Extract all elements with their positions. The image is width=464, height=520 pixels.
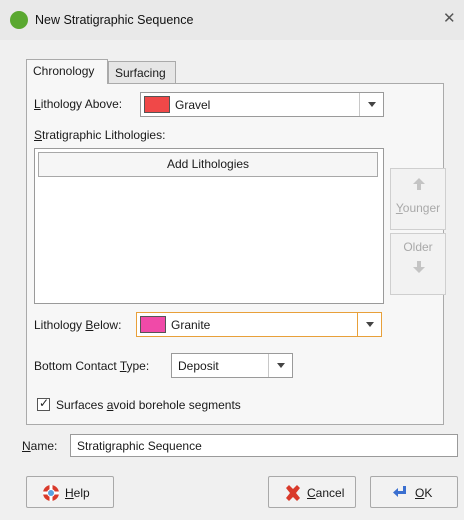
chevron-down-icon [368,102,376,107]
cancel-button[interactable]: Cancel [268,476,356,508]
dropdown-arrow[interactable] [359,93,383,116]
tab-chronology-label: Chronology [33,64,95,78]
window-title: New Stratigraphic Sequence [35,13,194,27]
add-lithologies-button[interactable]: Add Lithologies [38,152,378,177]
arrow-up-icon [413,178,425,190]
app-logo-icon [10,11,28,29]
help-button[interactable]: Help [26,476,114,508]
name-input[interactable]: Stratigraphic Sequence [70,434,458,457]
close-icon[interactable]: ✕ [443,11,456,26]
tab-surfacing-label: Surfacing [115,66,166,80]
lithology-below-value: Granite [171,318,211,332]
new-stratigraphic-sequence-dialog: New Stratigraphic Sequence ✕ Chronology … [0,0,464,520]
tab-surfacing[interactable]: Surfacing [108,61,176,84]
name-input-value: Stratigraphic Sequence [77,439,202,453]
lithology-above-dropdown[interactable]: Gravel [140,92,384,117]
lithology-below-dropdown[interactable]: Granite [136,312,382,337]
bottom-contact-type-label: Bottom Contact Type: [34,359,150,373]
younger-label: Younger [395,201,441,215]
gravel-color-swatch [144,96,170,113]
enter-arrow-icon [393,486,406,497]
surfaces-avoid-borehole-segments-label[interactable]: Surfaces avoid borehole segments [56,398,241,412]
younger-button[interactable]: Younger [390,168,446,230]
cancel-label: Cancel [307,486,345,500]
title-bar: New Stratigraphic Sequence ✕ [0,0,464,40]
granite-color-swatch [140,316,166,333]
name-label: Name: [22,439,58,453]
lithology-above-value: Gravel [175,98,211,112]
dropdown-arrow[interactable] [357,313,381,336]
tab-chronology[interactable]: Chronology [26,59,108,84]
checkmark-icon: ✓ [39,396,50,410]
older-label: Older [403,240,433,254]
bottom-contact-type-dropdown[interactable]: Deposit [171,353,293,378]
ok-label: OK [415,486,433,500]
cancel-x-icon [286,485,300,501]
stratigraphic-lithologies-label: Stratigraphic Lithologies: [34,128,166,142]
chevron-down-icon [366,322,374,327]
arrow-down-icon [413,261,425,273]
surfaces-avoid-borehole-segments-checkbox[interactable]: ✓ [37,396,50,411]
help-label: Help [65,486,90,500]
dropdown-arrow[interactable] [268,354,292,377]
lithology-above-label: Lithology Above: [34,97,123,111]
bottom-contact-type-value: Deposit [178,359,219,373]
chevron-down-icon [277,363,285,368]
lithology-below-label: Lithology Below: [34,318,122,332]
help-lifebuoy-icon [43,485,59,501]
ok-button[interactable]: OK [370,476,458,508]
older-button[interactable]: Older [390,233,446,295]
